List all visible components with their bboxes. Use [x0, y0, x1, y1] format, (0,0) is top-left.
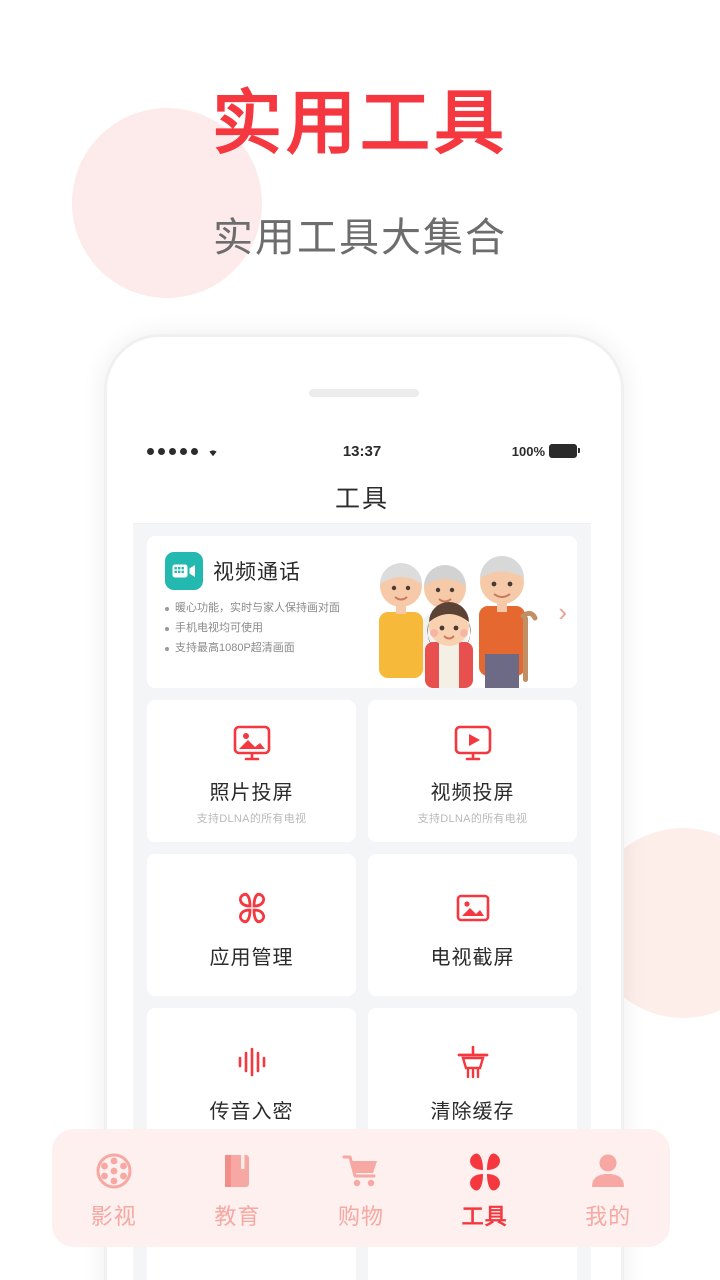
banner-bullet: 支持最高1080P超清画面 [165, 642, 379, 655]
tab-label: 购物 [337, 1204, 384, 1229]
battery-indicator: 100% [511, 443, 580, 459]
tool-tv-screenshot[interactable]: 电视截屏 [368, 854, 577, 996]
bullet-dot [165, 627, 169, 632]
page-subtitle: 实用工具大集合 [213, 216, 507, 260]
battery-icon [549, 444, 580, 458]
app-manage-icon [230, 881, 274, 935]
tab-label: 工具 [461, 1204, 508, 1229]
tv-screenshot-icon [451, 881, 495, 935]
tab-label: 我的 [585, 1204, 632, 1229]
tab-label: 教育 [214, 1204, 261, 1229]
status-bar: 13:37 100% [133, 431, 591, 471]
tool-sublabel: 支持DLNA的所有电视 [196, 813, 307, 825]
banner-bullet-text: 暖心功能，实时与家人保持画对面 [175, 602, 340, 614]
page-title: 实用工具 [212, 84, 508, 162]
voice-transfer-icon [230, 1035, 274, 1089]
nav-title: 工具 [133, 471, 591, 524]
tab-profile[interactable]: 我的 [546, 1147, 670, 1247]
photo-cast-icon [230, 716, 274, 770]
banner-bullet: 暖心功能，实时与家人保持画对面 [165, 602, 379, 615]
banner-title-row: 视频通话 [165, 552, 379, 590]
tool-label: 应用管理 [209, 946, 294, 969]
family-illustration [355, 542, 543, 688]
tools-icon [458, 1147, 512, 1195]
clear-cache-icon [451, 1035, 495, 1089]
phone-speaker [309, 389, 419, 397]
tool-label: 电视截屏 [430, 946, 515, 969]
tool-video-cast[interactable]: 视频投屏 支持DLNA的所有电视 [368, 700, 577, 842]
video-call-banner[interactable]: 视频通话 暖心功能，实时与家人保持画对面 手机电视均可使用 支持最高1080P超… [147, 536, 577, 688]
banner-text-area: 视频通话 暖心功能，实时与家人保持画对面 手机电视均可使用 支持最高1080P超… [147, 536, 379, 688]
film-icon [92, 1147, 136, 1195]
tab-film[interactable]: 影视 [52, 1147, 176, 1247]
tool-photo-cast[interactable]: 照片投屏 支持DLNA的所有电视 [147, 700, 356, 842]
app-promo-page: 实用工具 实用工具大集合 13:37 100% 工具 视频通话 暖心功能，实时与… [0, 0, 720, 1280]
video-call-icon [165, 552, 203, 590]
video-cast-icon [451, 716, 495, 770]
cart-icon [339, 1147, 383, 1195]
book-icon [217, 1147, 257, 1195]
chevron-right-icon[interactable]: › [558, 599, 567, 625]
tool-sublabel: 支持DLNA的所有电视 [417, 813, 528, 825]
banner-bullet-text: 支持最高1080P超清画面 [175, 642, 295, 655]
tool-label: 传音入密 [209, 1100, 294, 1123]
tab-education[interactable]: 教育 [176, 1147, 300, 1247]
bullet-dot [165, 607, 169, 611]
banner-bullet: 手机电视均可使用 [165, 622, 379, 635]
tool-label: 照片投屏 [209, 782, 294, 804]
tab-shopping[interactable]: 购物 [299, 1147, 423, 1247]
tab-label: 影视 [90, 1204, 137, 1229]
banner-bullets: 暖心功能，实时与家人保持画对面 手机电视均可使用 支持最高1080P超清画面 [165, 602, 379, 656]
tool-label: 清除缓存 [430, 1100, 515, 1123]
bullet-dot [165, 647, 169, 652]
battery-percent: 100% [511, 443, 545, 459]
banner-title: 视频通话 [213, 561, 301, 584]
banner-bullet-text: 手机电视均可使用 [175, 622, 263, 635]
user-icon [587, 1147, 629, 1195]
tool-label: 视频投屏 [430, 782, 515, 804]
bottom-tab-bar: 影视 教育 购物 工具 我的 [52, 1129, 670, 1247]
tool-app-manage[interactable]: 应用管理 [147, 854, 356, 996]
tab-tools[interactable]: 工具 [423, 1153, 547, 1247]
